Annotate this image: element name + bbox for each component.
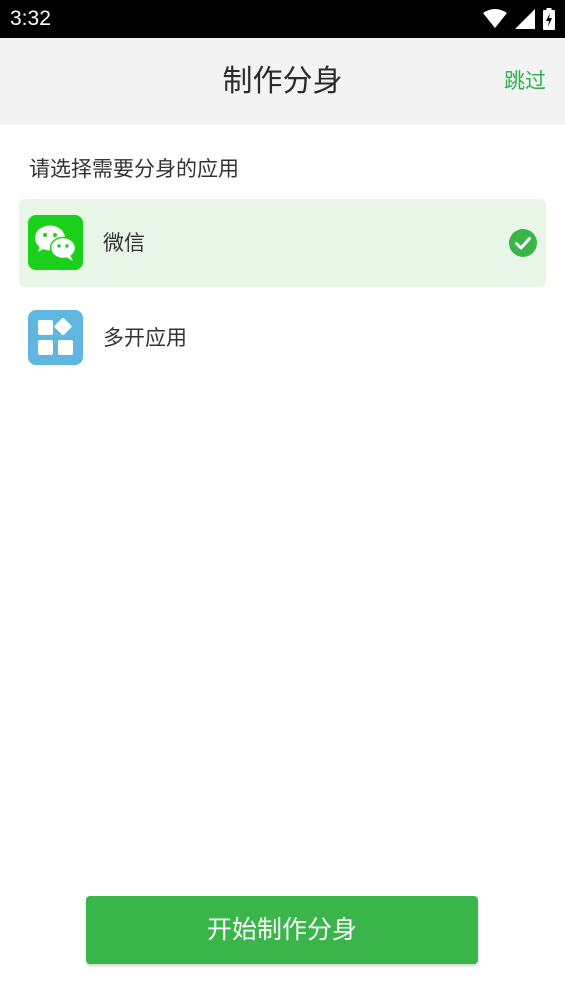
app-name: 微信 bbox=[103, 231, 145, 255]
wechat-icon bbox=[28, 215, 83, 270]
battery-charging-icon bbox=[543, 8, 555, 30]
multi-app-icon bbox=[28, 310, 83, 365]
status-icons bbox=[483, 8, 555, 30]
check-icon bbox=[509, 229, 537, 257]
page-title: 制作分身 bbox=[222, 64, 343, 99]
status-bar: 3:32 bbox=[0, 0, 565, 38]
header: 制作分身 跳过 bbox=[0, 38, 565, 125]
app-item-multi-app[interactable]: 多开应用 bbox=[19, 294, 546, 382]
section-label: 请选择需要分身的应用 bbox=[29, 157, 239, 181]
wifi-icon bbox=[483, 9, 507, 29]
app-list: 微信 多开应用 bbox=[19, 199, 546, 389]
status-time: 3:32 bbox=[10, 7, 51, 30]
cellular-signal-icon bbox=[515, 9, 535, 29]
skip-button[interactable]: 跳过 bbox=[504, 38, 546, 125]
app-item-wechat[interactable]: 微信 bbox=[19, 199, 546, 287]
app-name: 多开应用 bbox=[103, 326, 187, 350]
start-clone-button[interactable]: 开始制作分身 bbox=[86, 896, 478, 964]
